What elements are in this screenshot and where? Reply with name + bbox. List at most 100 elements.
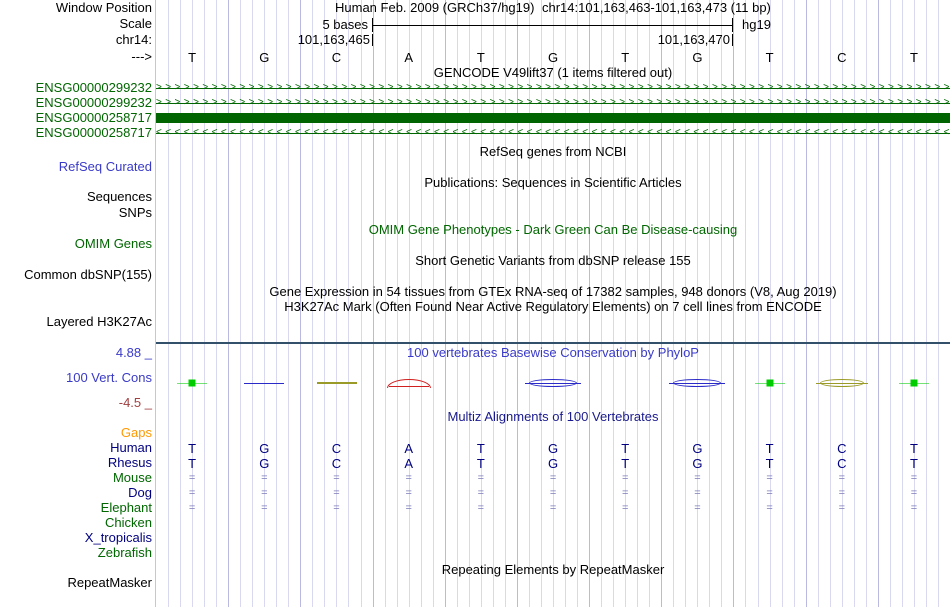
alignment-cell: T xyxy=(909,441,918,456)
conservation-mark-blue-lens[interactable] xyxy=(669,379,726,387)
coordinate-left: 101,163,465 xyxy=(297,32,370,47)
alignment-cell: G xyxy=(692,456,703,471)
base-cell: G xyxy=(692,50,703,65)
gencode-intron-arrows[interactable]: < < < < < < < < < < < < < < < < < < < < < < < < < < < < < < < < < < < < < < < <… xyxy=(156,126,950,140)
multiz-alignment-row-mouse[interactable]: = = = = = = = = = = = xyxy=(156,471,950,486)
multiz-alignment-row-human[interactable]: TGCATGTGTCT xyxy=(156,441,950,456)
repeatmasker-track-title[interactable]: Repeating Elements by RepeatMasker xyxy=(156,563,950,577)
gencode-intron-arrows[interactable]: > > > > > > > > > > > > > > > > > > > > > > > > > > > > > > > > > > > > > > > >… xyxy=(156,81,950,95)
alignment-cell: G xyxy=(547,441,559,456)
conservation-mark-blue-line[interactable] xyxy=(244,382,285,385)
conservation-mark-blue-lens[interactable] xyxy=(525,379,581,387)
alignment-cell: = xyxy=(694,487,701,499)
conservation-max-label: 4.88 _ xyxy=(115,345,152,360)
common-dbsnp-label[interactable]: Common dbSNP(155) xyxy=(0,268,152,282)
alignment-cell: = xyxy=(622,472,629,484)
alignment-cell: G xyxy=(692,441,703,456)
position-title: chr14:101,163,463-101,163,473 (11 bp) xyxy=(542,0,771,15)
alignment-cell: = xyxy=(405,502,412,514)
gencode-track-title[interactable]: GENCODE V49lift37 (1 items filtered out) xyxy=(156,66,950,80)
conservation-mark-green-square[interactable] xyxy=(898,379,929,388)
repeatmasker-label[interactable]: RepeatMasker xyxy=(0,576,152,590)
publications-track-title[interactable]: Publications: Sequences in Scientific Ar… xyxy=(156,176,950,190)
scale-value: 5 bases xyxy=(322,17,368,32)
window-position-label: Window Position xyxy=(55,0,152,15)
alignment-cell: T xyxy=(188,456,197,471)
gencode-item-label[interactable]: ENSG00000299232 xyxy=(0,96,152,110)
layered-h3k27ac-label[interactable]: Layered H3K27Ac xyxy=(0,315,152,329)
alignment-cell: = xyxy=(333,472,340,484)
strand-direction-label: ---> xyxy=(131,49,152,64)
gencode-item-label[interactable]: ENSG00000258717 xyxy=(0,111,152,125)
multiz-track-title[interactable]: Multiz Alignments of 100 Vertebrates xyxy=(156,410,950,424)
alignment-cell: = xyxy=(766,502,773,514)
multiz-species-label-x_tropicalis[interactable]: X_tropicalis xyxy=(0,531,152,545)
alignment-cell: = xyxy=(477,472,485,484)
alignment-cell: T xyxy=(909,456,918,471)
alignment-cell: T xyxy=(621,441,630,456)
alignment-cell: T xyxy=(765,456,774,471)
alignment-cell: = xyxy=(838,472,845,484)
scale-ruler-left-tick xyxy=(372,18,373,32)
reference-base-row[interactable]: TGCATGTGTCT xyxy=(156,50,950,65)
chrom-label: chr14: xyxy=(115,32,152,47)
coordinate-right-tick xyxy=(732,34,733,46)
conservation-mark-green-square[interactable] xyxy=(754,379,785,388)
gtex-track-title[interactable]: Gene Expression in 54 tissues from GTEx … xyxy=(156,285,950,299)
alignment-cell: = xyxy=(477,502,485,514)
snps-label[interactable]: SNPs xyxy=(0,206,152,220)
multiz-species-label-dog[interactable]: Dog xyxy=(0,486,152,500)
conservation-track-label[interactable]: 100 Vert. Cons xyxy=(0,371,152,385)
gencode-item-label[interactable]: ENSG00000258717 xyxy=(0,126,152,140)
conservation-mark-red-arc[interactable] xyxy=(386,378,431,388)
alignment-cell: = xyxy=(333,487,340,499)
alignment-cell: = xyxy=(188,487,196,499)
refseq-curated-label[interactable]: RefSeq Curated xyxy=(0,160,152,174)
scale-ruler-right-tick xyxy=(732,18,733,32)
multiz-species-label-elephant[interactable]: Elephant xyxy=(0,501,152,515)
omim-genes-label[interactable]: OMIM Genes xyxy=(0,237,152,251)
base-cell: G xyxy=(259,50,270,65)
conservation-track-title[interactable]: 100 vertebrates Basewise Conservation by… xyxy=(156,346,950,360)
assembly-title: Human Feb. 2009 (GRCh37/hg19) xyxy=(335,0,535,15)
conservation-mark-olive-line[interactable] xyxy=(316,381,357,385)
base-cell: T xyxy=(621,50,630,65)
alignment-cell: T xyxy=(476,456,485,471)
alignment-cell: = xyxy=(694,502,701,514)
alignment-cell: = xyxy=(694,472,701,484)
multiz-species-label-zebrafish[interactable]: Zebrafish xyxy=(0,546,152,560)
gencode-exon-bar[interactable] xyxy=(156,113,950,123)
strand-arrows-left: < < < < < < < < < < < < < < < < < < < < < < < < < < < < < < < < < < < < < < < <… xyxy=(156,127,950,138)
alignment-cell: = xyxy=(261,472,268,484)
multiz-alignment-row-dog[interactable]: = = = = = = = = = = = xyxy=(156,486,950,501)
h3k27ac-track-title[interactable]: H3K27Ac Mark (Often Found Near Active Re… xyxy=(156,300,950,314)
coordinate-right: 101,163,470 xyxy=(657,32,730,47)
assembly-tag: hg19 xyxy=(742,17,771,32)
sequences-label[interactable]: Sequences xyxy=(0,190,152,204)
refseq-track-title[interactable]: RefSeq genes from NCBI xyxy=(156,145,950,159)
base-cell: G xyxy=(547,50,559,65)
alignment-cell: C xyxy=(331,441,342,456)
multiz-alignment-row-rhesus[interactable]: TGCATGTGTCT xyxy=(156,456,950,471)
alignment-cell: = xyxy=(766,487,773,499)
omim-track-title[interactable]: OMIM Gene Phenotypes - Dark Green Can Be… xyxy=(156,223,950,237)
multiz-species-label-mouse[interactable]: Mouse xyxy=(0,471,152,485)
alignment-cell: = xyxy=(838,502,845,514)
alignment-cell: = xyxy=(261,487,268,499)
dbsnp-track-title[interactable]: Short Genetic Variants from dbSNP releas… xyxy=(156,254,950,268)
alignment-cell: T xyxy=(188,441,197,456)
multiz-species-label-human[interactable]: Human xyxy=(0,441,152,455)
multiz-species-label-chicken[interactable]: Chicken xyxy=(0,516,152,530)
alignment-cell: = xyxy=(405,487,412,499)
gencode-item-label[interactable]: ENSG00000299232 xyxy=(0,81,152,95)
multiz-alignment-row-elephant[interactable]: = = = = = = = = = = = xyxy=(156,501,950,516)
multiz-species-label-gaps[interactable]: Gaps xyxy=(0,426,152,440)
base-cell: T xyxy=(909,50,918,65)
conservation-mark-olive-lens[interactable] xyxy=(815,379,868,387)
alignment-cell: C xyxy=(331,456,342,471)
conservation-mark-green-square[interactable] xyxy=(177,379,208,388)
base-cell: C xyxy=(837,50,847,65)
gencode-intron-arrows[interactable]: > > > > > > > > > > > > > > > > > > > > > > > > > > > > > > > > > > > > > > > >… xyxy=(156,96,950,110)
multiz-species-label-rhesus[interactable]: Rhesus xyxy=(0,456,152,470)
base-cell: T xyxy=(476,50,485,65)
